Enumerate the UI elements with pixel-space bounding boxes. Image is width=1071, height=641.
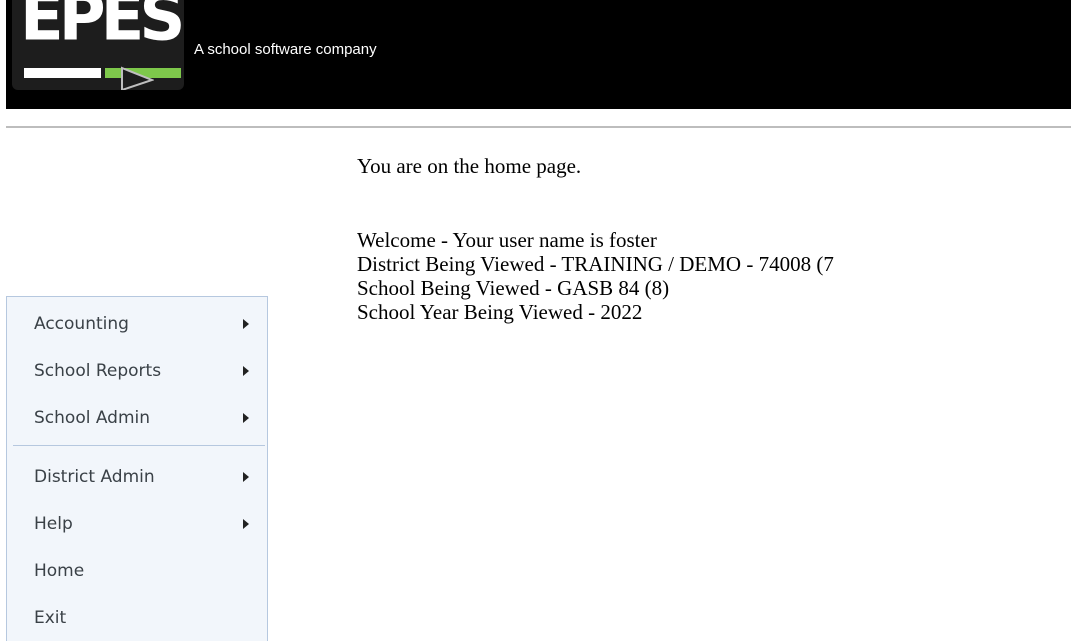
menu-item-label: District Admin bbox=[34, 466, 155, 487]
chevron-right-icon bbox=[243, 518, 249, 529]
school-year-being-viewed: School Year Being Viewed - 2022 bbox=[357, 300, 643, 324]
cursor-arrow-icon bbox=[121, 66, 154, 90]
menu-item-school-reports[interactable]: School Reports bbox=[7, 347, 267, 394]
menu-item-school-admin[interactable]: School Admin bbox=[7, 394, 267, 441]
chevron-right-icon bbox=[243, 365, 249, 376]
menu-separator bbox=[13, 445, 265, 446]
main-menu: Accounting School Reports School Admin D… bbox=[6, 296, 268, 641]
menu-item-label: Home bbox=[34, 560, 85, 581]
menu-item-help[interactable]: Help bbox=[7, 500, 267, 547]
chevron-right-icon bbox=[243, 318, 249, 329]
menu-item-label: Help bbox=[34, 513, 73, 534]
menu-item-district-admin[interactable]: District Admin bbox=[7, 453, 267, 500]
epes-logo[interactable]: EPES bbox=[12, 0, 184, 90]
logo-text: EPES bbox=[20, 0, 184, 56]
header-divider bbox=[6, 126, 1071, 128]
chevron-right-icon bbox=[243, 471, 249, 482]
menu-item-label: Accounting bbox=[34, 313, 129, 334]
school-being-viewed: School Being Viewed - GASB 84 (8) bbox=[357, 276, 670, 300]
header-banner: EPES A school software company bbox=[6, 0, 1071, 109]
home-content: You are on the home page. Welcome - Your… bbox=[357, 154, 1071, 324]
menu-item-label: School Reports bbox=[34, 360, 162, 381]
menu-item-accounting[interactable]: Accounting bbox=[7, 300, 267, 347]
district-being-viewed: District Being Viewed - TRAINING / DEMO … bbox=[357, 252, 834, 276]
home-page-notice: You are on the home page. bbox=[357, 154, 582, 178]
chevron-right-icon bbox=[243, 412, 249, 423]
menu-item-label: Exit bbox=[34, 607, 67, 628]
menu-item-home[interactable]: Home bbox=[7, 547, 267, 594]
tagline: A school software company bbox=[194, 41, 377, 58]
welcome-text: Welcome - Your user name is foster bbox=[357, 228, 657, 252]
menu-item-label: School Admin bbox=[34, 407, 151, 428]
page: EPES A school software company You are o… bbox=[0, 0, 1071, 641]
menu-item-exit[interactable]: Exit bbox=[7, 594, 267, 641]
logo-bar-white bbox=[24, 68, 101, 78]
